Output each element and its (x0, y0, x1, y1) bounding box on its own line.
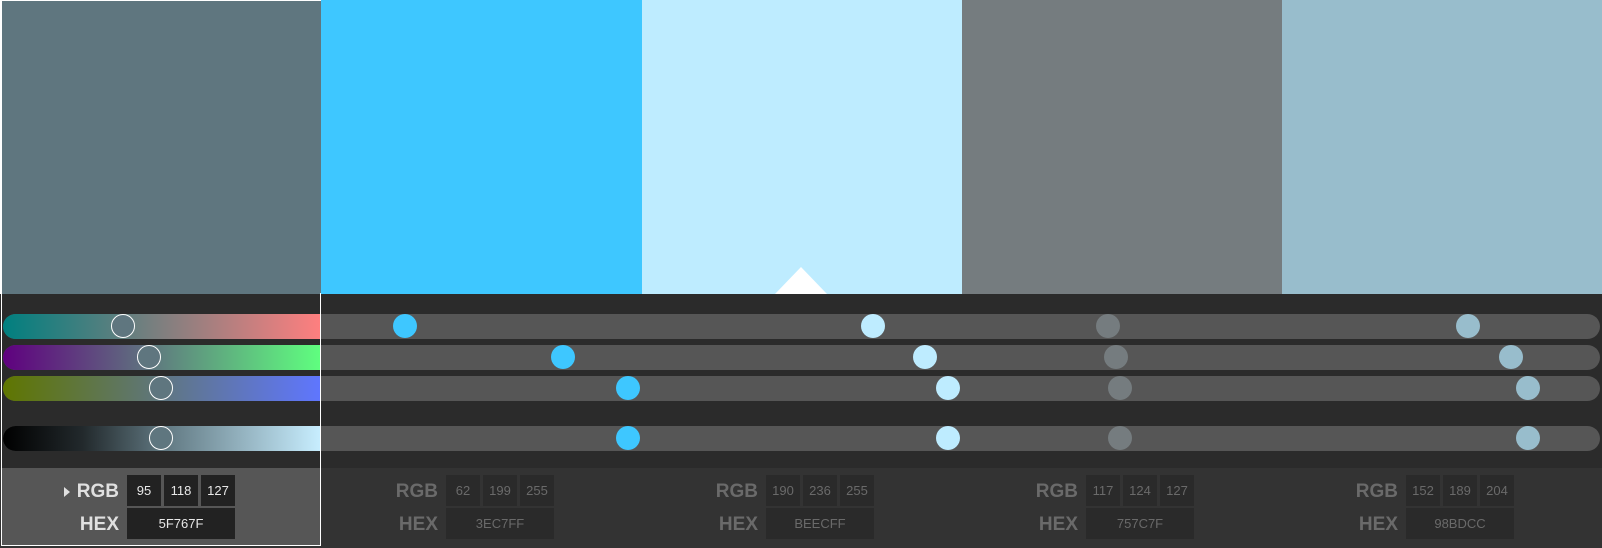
blue-slider-track[interactable] (3, 376, 1600, 401)
blue-value-field[interactable]: 255 (840, 475, 874, 506)
hex-label: HEX (1038, 514, 1078, 535)
swatch-2-values: RGB 62 199 255 HEX 3EC7FF (321, 468, 641, 546)
blue-value-field[interactable]: 255 (520, 475, 554, 506)
red-slider-knob[interactable] (861, 314, 885, 338)
rgb-label: RGB (715, 481, 758, 502)
green-slider-knob[interactable] (913, 345, 937, 369)
blue-value-field[interactable]: 204 (1480, 475, 1514, 506)
active-swatch-outline (1, 0, 2, 546)
green-slider-knob[interactable] (137, 345, 161, 369)
green-slider-knob[interactable] (1499, 345, 1523, 369)
rgb-label: RGB (1035, 481, 1078, 502)
caret-up-icon (775, 267, 827, 294)
active-swatch-outline (320, 293, 321, 546)
brightness-slider-knob[interactable] (936, 426, 960, 450)
red-value-field[interactable]: 62 (446, 475, 480, 506)
hex-value-field[interactable]: 3EC7FF (446, 508, 554, 539)
green-slider-knob[interactable] (551, 345, 575, 369)
hex-label: HEX (1358, 514, 1398, 535)
red-slider-knob[interactable] (111, 314, 135, 338)
hex-value-field[interactable]: BEECFF (766, 508, 874, 539)
brightness-slider-track[interactable] (3, 426, 1600, 451)
blue-slider-knob[interactable] (1108, 376, 1132, 400)
swatch-3-values: RGB 190 236 255 HEX BEECFF (641, 468, 961, 546)
swatch-1-values: RGB 95 118 127 HEX 5F767F (1, 468, 321, 546)
red-slider-track[interactable] (3, 314, 1600, 339)
blue-slider-knob[interactable] (1516, 376, 1540, 400)
green-value-field[interactable]: 118 (164, 475, 198, 506)
green-value-field[interactable]: 236 (803, 475, 837, 506)
swatch-4-values: RGB 117 124 127 HEX 757C7F (961, 468, 1281, 546)
green-value-field[interactable]: 124 (1123, 475, 1157, 506)
hex-value-field[interactable]: 5F767F (127, 508, 235, 539)
swatch-5[interactable] (1282, 0, 1602, 294)
blue-slider-knob[interactable] (616, 376, 640, 400)
hex-value-field[interactable]: 757C7F (1086, 508, 1194, 539)
color-theme-editor: RGB 95 118 127 HEX 5F767F RGB 62 199 255… (0, 0, 1602, 548)
red-value-field[interactable]: 95 (127, 475, 161, 506)
red-value-field[interactable]: 117 (1086, 475, 1120, 506)
swatch-5-values: RGB 152 189 204 HEX 98BDCC (1281, 468, 1601, 546)
rgb-label: RGB (395, 481, 438, 502)
green-value-field[interactable]: 189 (1443, 475, 1477, 506)
blue-value-field[interactable]: 127 (1160, 475, 1194, 506)
blue-value-field[interactable]: 127 (201, 475, 235, 506)
brightness-slider-knob[interactable] (616, 426, 640, 450)
blue-slider-knob[interactable] (936, 376, 960, 400)
green-slider-knob[interactable] (1104, 345, 1128, 369)
red-slider-knob[interactable] (393, 314, 417, 338)
red-slider-knob[interactable] (1456, 314, 1480, 338)
brightness-slider-knob[interactable] (1108, 426, 1132, 450)
hex-label: HEX (718, 514, 758, 535)
rgb-label: RGB (1355, 481, 1398, 502)
rgb-label: RGB (76, 481, 119, 502)
brightness-slider-knob[interactable] (1516, 426, 1540, 450)
swatch-4[interactable] (962, 0, 1282, 294)
green-value-field[interactable]: 199 (483, 475, 517, 506)
active-swatch-outline (1, 545, 321, 546)
brightness-slider-knob[interactable] (149, 426, 173, 450)
slider-area (0, 294, 1602, 468)
swatch-1[interactable] (0, 0, 321, 294)
hex-label: HEX (398, 514, 438, 535)
blue-slider-knob[interactable] (149, 376, 173, 400)
red-value-field[interactable]: 152 (1406, 475, 1440, 506)
green-slider-track[interactable] (3, 345, 1600, 370)
red-slider-knob[interactable] (1096, 314, 1120, 338)
red-value-field[interactable]: 190 (766, 475, 800, 506)
hex-value-field[interactable]: 98BDCC (1406, 508, 1514, 539)
swatch-2[interactable] (321, 0, 642, 294)
swatch-3[interactable] (642, 0, 962, 294)
hex-label: HEX (79, 514, 119, 535)
